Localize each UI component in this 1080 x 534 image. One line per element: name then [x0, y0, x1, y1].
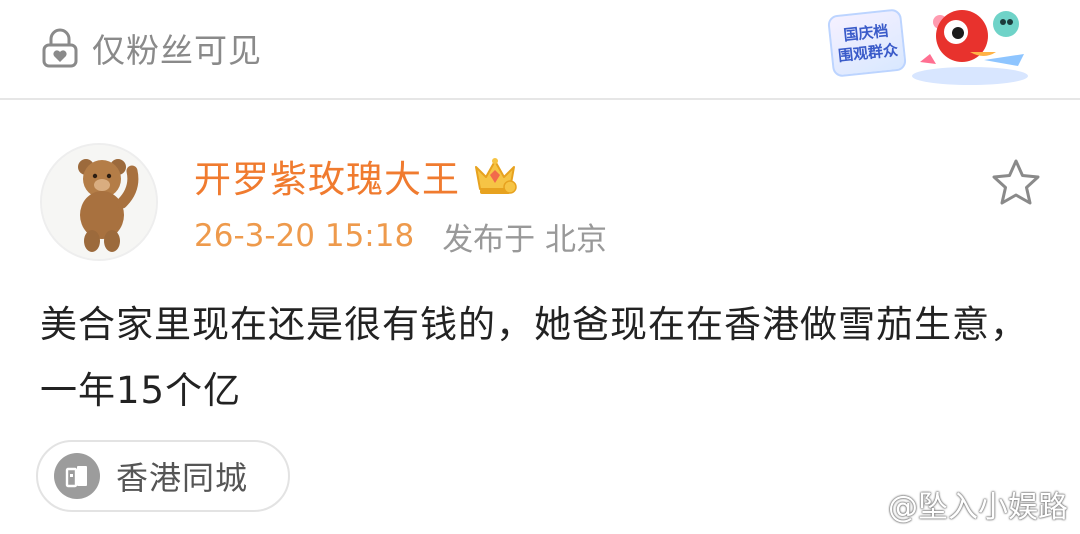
lock-icon	[42, 28, 78, 68]
group-chip-label: 香港同城	[116, 459, 249, 497]
post-meta: 26-3-20 15:18 发布于 北京	[194, 214, 607, 258]
visibility-indicator: 仅粉丝可见	[38, 24, 262, 72]
weibo-logo-icon	[837, 491, 879, 521]
group-building-icon	[54, 453, 100, 499]
username[interactable]: 开罗紫玫瑰大王	[194, 149, 460, 203]
crown-icon[interactable]	[472, 155, 518, 197]
watermark-handle: @坠入小娱路	[888, 490, 1068, 525]
post-timestamp: 26-3-20 15:18	[194, 218, 415, 254]
event-badge[interactable]: 国庆档 围观群众	[820, 2, 1034, 88]
avatar[interactable]	[40, 143, 158, 261]
teddy-bear-icon	[42, 145, 156, 259]
badge-title: 国庆档 围观群众	[826, 8, 908, 78]
star-icon[interactable]	[988, 156, 1044, 210]
post-location: 发布于 北京	[442, 221, 608, 258]
weibo-post-screen: 仅粉丝可见 国庆档 围观群众 开罗紫玫瑰大王 26-3-20 15:18 发布于…	[0, 0, 1080, 534]
post-text: 美合家里现在还是很有钱的，她爸现在在香港做雪茄生意，一年15个亿	[40, 303, 1028, 412]
watermark: @坠入小娱路	[836, 484, 1068, 525]
mascot-icon	[912, 10, 1028, 85]
visibility-label: 仅粉丝可见	[92, 31, 262, 70]
group-chip[interactable]: 香港同城	[36, 440, 290, 512]
username-row: 开罗紫玫瑰大王	[194, 150, 518, 202]
top-bar: 仅粉丝可见 国庆档 围观群众	[0, 0, 1080, 100]
